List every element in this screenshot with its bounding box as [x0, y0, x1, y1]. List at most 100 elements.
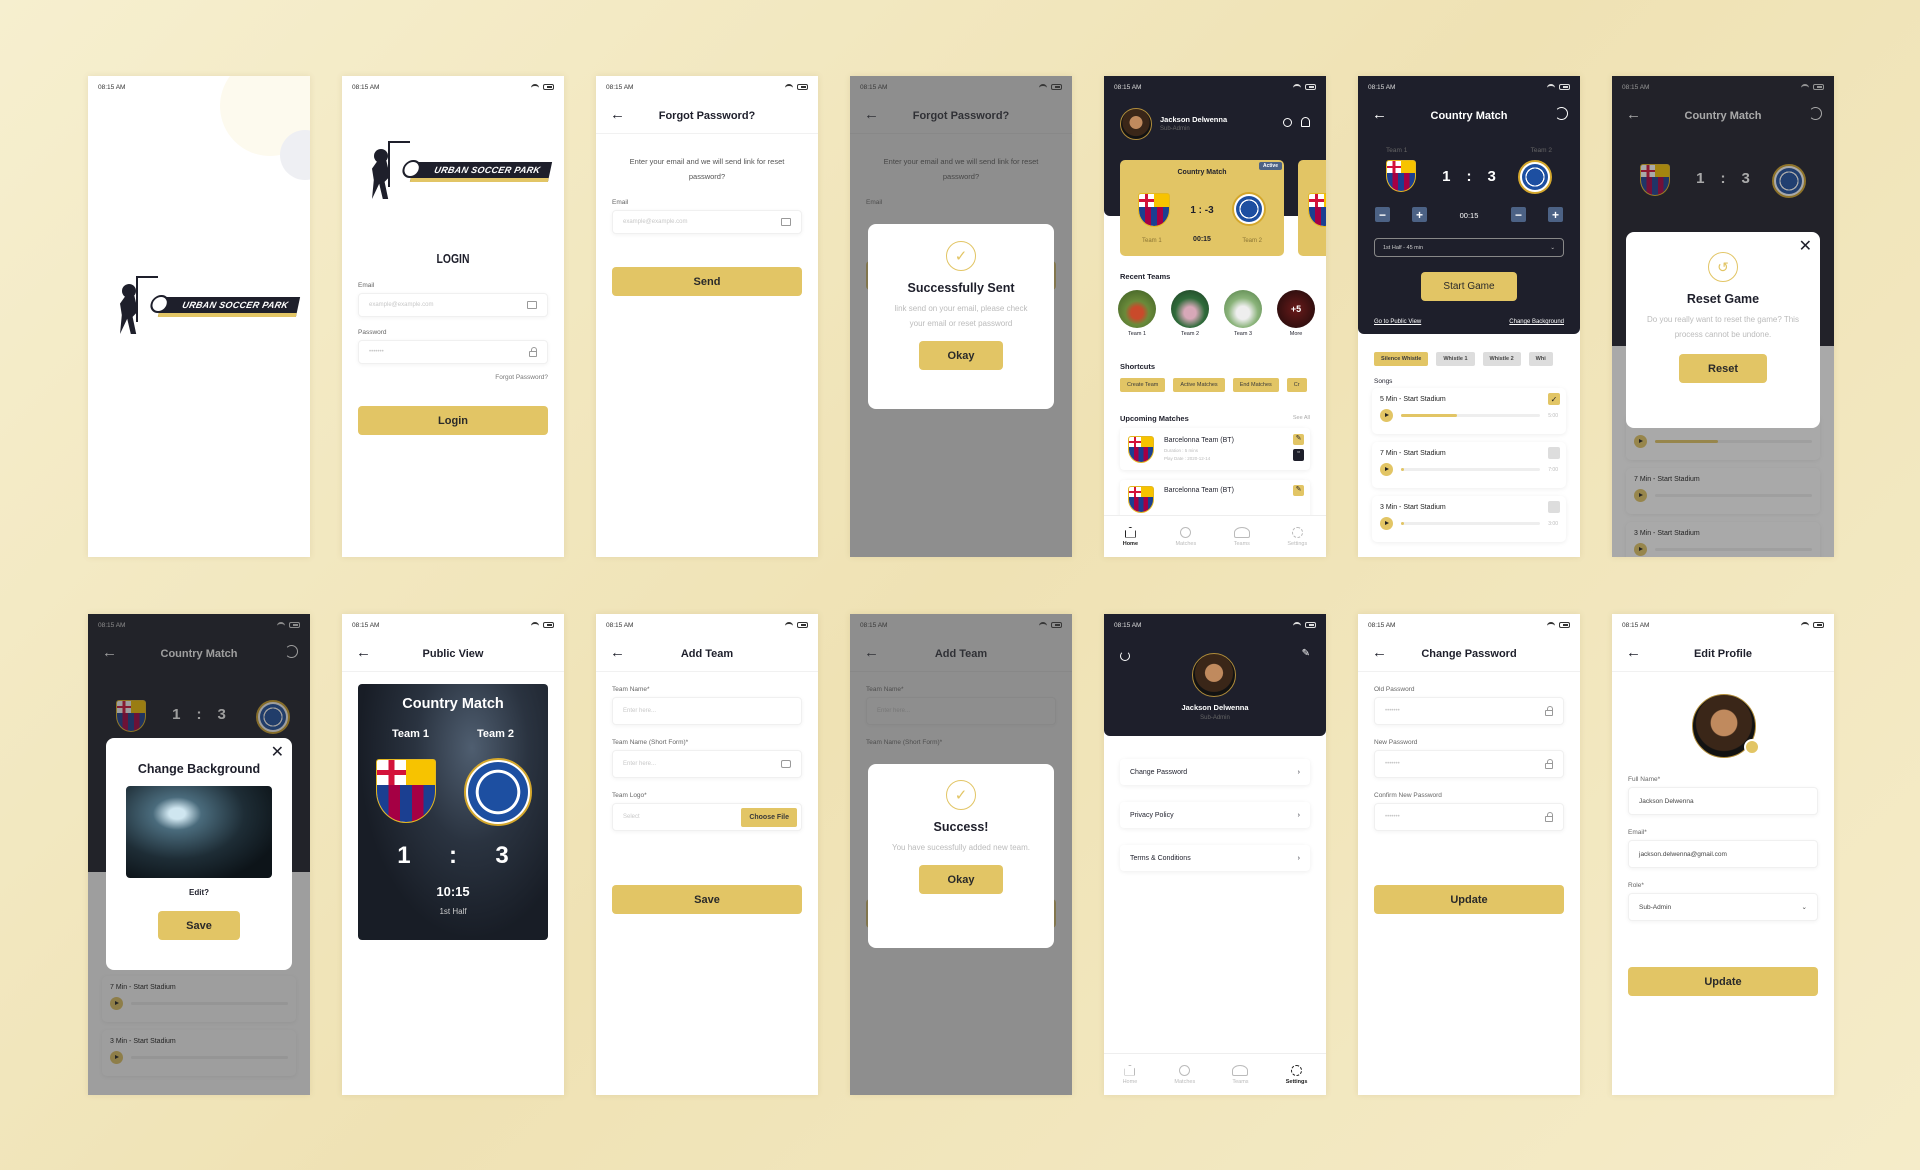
half-select[interactable]: 1st Half - 45 min ⌄ [1374, 238, 1564, 257]
see-all-link[interactable]: See All [1293, 415, 1310, 421]
shortcut-more[interactable]: Cr [1286, 378, 1307, 392]
edit-link[interactable]: Edit? [106, 888, 292, 897]
update-button[interactable]: Update [1374, 885, 1564, 914]
camera-edit-icon[interactable] [1744, 739, 1760, 755]
close-icon[interactable]: ✕ [1799, 236, 1812, 256]
confirm-password-input[interactable]: ••••••• [1374, 803, 1564, 831]
song-progress[interactable] [1401, 522, 1541, 525]
whistle-3[interactable]: Whi [1528, 352, 1553, 366]
shortcut-active-matches[interactable]: Active Matches [1173, 378, 1225, 392]
tab-home[interactable]: Home [1123, 526, 1138, 547]
wifi-icon [531, 84, 539, 90]
new-password-input[interactable]: ••••••• [1374, 750, 1564, 778]
change-background-link[interactable]: Change Background [1509, 319, 1564, 325]
back-arrow-icon[interactable]: ← [1626, 645, 1641, 660]
menu-privacy-policy[interactable]: Privacy Policy › [1120, 802, 1310, 828]
tab-settings[interactable]: Settings [1286, 1064, 1307, 1085]
more-teams[interactable]: +5 More [1277, 290, 1315, 337]
shortcut-create-team[interactable]: Create Team [1120, 378, 1166, 392]
back-arrow-icon[interactable]: ← [1372, 107, 1387, 122]
delete-icon[interactable]: ▫ [1293, 449, 1304, 461]
email-input[interactable]: jackson.delwenna@gmail.com [1628, 840, 1818, 868]
recent-team[interactable]: Team 3 [1224, 290, 1262, 337]
edit-icon[interactable]: ✎ [1293, 434, 1304, 445]
back-arrow-icon[interactable]: ← [610, 107, 625, 122]
back-arrow-icon[interactable]: ← [610, 645, 625, 660]
start-game-button[interactable]: Start Game [1421, 272, 1517, 301]
menu-change-password[interactable]: Change Password › [1120, 759, 1310, 785]
okay-button[interactable]: Okay [919, 341, 1003, 370]
forgot-password-link[interactable]: Forgot Password? [358, 374, 548, 381]
choose-file-button[interactable]: Choose File [741, 807, 797, 827]
song-item[interactable]: 3 Min - Start Stadium 3:00 [1372, 496, 1566, 542]
recent-team[interactable]: Team 1 [1118, 290, 1156, 337]
reset-button[interactable]: Reset [1679, 354, 1767, 383]
status-bar: 08:15 AM [596, 614, 818, 636]
close-icon[interactable]: ✕ [271, 742, 284, 762]
full-name-input[interactable]: Jackson Delwenna [1628, 787, 1818, 815]
team-logo-input[interactable]: Select Choose File [612, 803, 802, 831]
tab-settings[interactable]: Settings [1287, 526, 1307, 547]
save-button[interactable]: Save [612, 885, 802, 914]
match-time: 10:15 [436, 884, 470, 899]
team-name-label: Team Name* [612, 686, 650, 693]
song-progress[interactable] [1401, 468, 1541, 471]
avatar[interactable] [1120, 108, 1152, 140]
tab-home[interactable]: Home [1123, 1064, 1137, 1085]
progress-fill [1401, 522, 1404, 525]
short-name-input[interactable]: Enter here... [612, 750, 802, 778]
power-icon[interactable] [1120, 651, 1130, 661]
lock-icon [1545, 811, 1553, 822]
match-card-peek[interactable] [1298, 160, 1326, 256]
okay-button[interactable]: Okay [919, 865, 1003, 894]
song-progress[interactable] [1401, 414, 1541, 417]
save-button[interactable]: Save [158, 911, 240, 940]
tab-teams[interactable]: Teams [1233, 526, 1250, 547]
play-icon[interactable] [1380, 463, 1393, 476]
back-arrow-icon[interactable]: ← [1372, 645, 1387, 660]
login-button[interactable]: Login [358, 406, 548, 435]
upcoming-match-item[interactable]: Barcelonna Team (BT) Duration : 5 mins P… [1120, 428, 1310, 470]
old-password-input[interactable]: ••••••• [1374, 697, 1564, 725]
team2-minus-button[interactable]: − [1511, 207, 1526, 222]
tab-teams[interactable]: Teams [1232, 1064, 1249, 1085]
reset-icon[interactable] [1555, 107, 1568, 120]
send-button[interactable]: Send [612, 267, 802, 296]
team-name-input[interactable]: Enter here... [612, 697, 802, 725]
score-team1: 1 [1442, 168, 1451, 185]
teams-icon [1233, 526, 1250, 538]
background-preview-image[interactable] [126, 786, 272, 878]
nav-header: ← Country Match [1358, 98, 1580, 134]
edit-icon[interactable]: ✎ [1293, 485, 1304, 496]
tab-matches[interactable]: Matches [1174, 1064, 1195, 1085]
song-item[interactable]: 7 Min - Start Stadium 7:00 [1372, 442, 1566, 488]
back-arrow-icon[interactable]: ← [356, 645, 371, 660]
public-view-link[interactable]: Go to Public View [1374, 319, 1421, 325]
active-match-card[interactable]: Active Country Match 1 : -3 Team 1 00:15… [1120, 160, 1284, 256]
team2-plus-button[interactable]: + [1548, 207, 1563, 222]
tab-matches[interactable]: Matches [1175, 526, 1196, 547]
search-icon[interactable] [1283, 118, 1292, 127]
bell-icon[interactable] [1301, 117, 1310, 127]
song-checkbox[interactable] [1548, 501, 1560, 513]
whistle-silence[interactable]: Silence Whistle [1374, 352, 1429, 366]
password-input[interactable]: ••••••• [358, 340, 548, 364]
song-checkbox[interactable]: ✓ [1548, 393, 1560, 405]
menu-terms-conditions[interactable]: Terms & Conditions › [1120, 845, 1310, 871]
play-icon[interactable] [1380, 517, 1393, 530]
play-icon[interactable] [1380, 409, 1393, 422]
whistle-2[interactable]: Whistle 2 [1482, 352, 1521, 366]
email-input[interactable]: example@example.com [612, 210, 802, 234]
email-input[interactable]: example@example.com [358, 293, 548, 317]
check-circle-icon: ✓ [946, 780, 976, 810]
recent-team[interactable]: Team 2 [1171, 290, 1209, 337]
songs-title: Songs [1374, 378, 1393, 385]
wifi-icon [531, 622, 539, 628]
edit-icon[interactable]: ✎ [1302, 648, 1310, 659]
song-item[interactable]: 5 Min - Start Stadium 5:00 ✓ [1372, 388, 1566, 434]
shortcut-end-matches[interactable]: End Matches [1232, 378, 1279, 392]
update-button[interactable]: Update [1628, 967, 1818, 996]
song-checkbox[interactable] [1548, 447, 1560, 459]
whistle-1[interactable]: Whistle 1 [1436, 352, 1475, 366]
role-select[interactable]: Sub-Admin ⌄ [1628, 893, 1818, 921]
